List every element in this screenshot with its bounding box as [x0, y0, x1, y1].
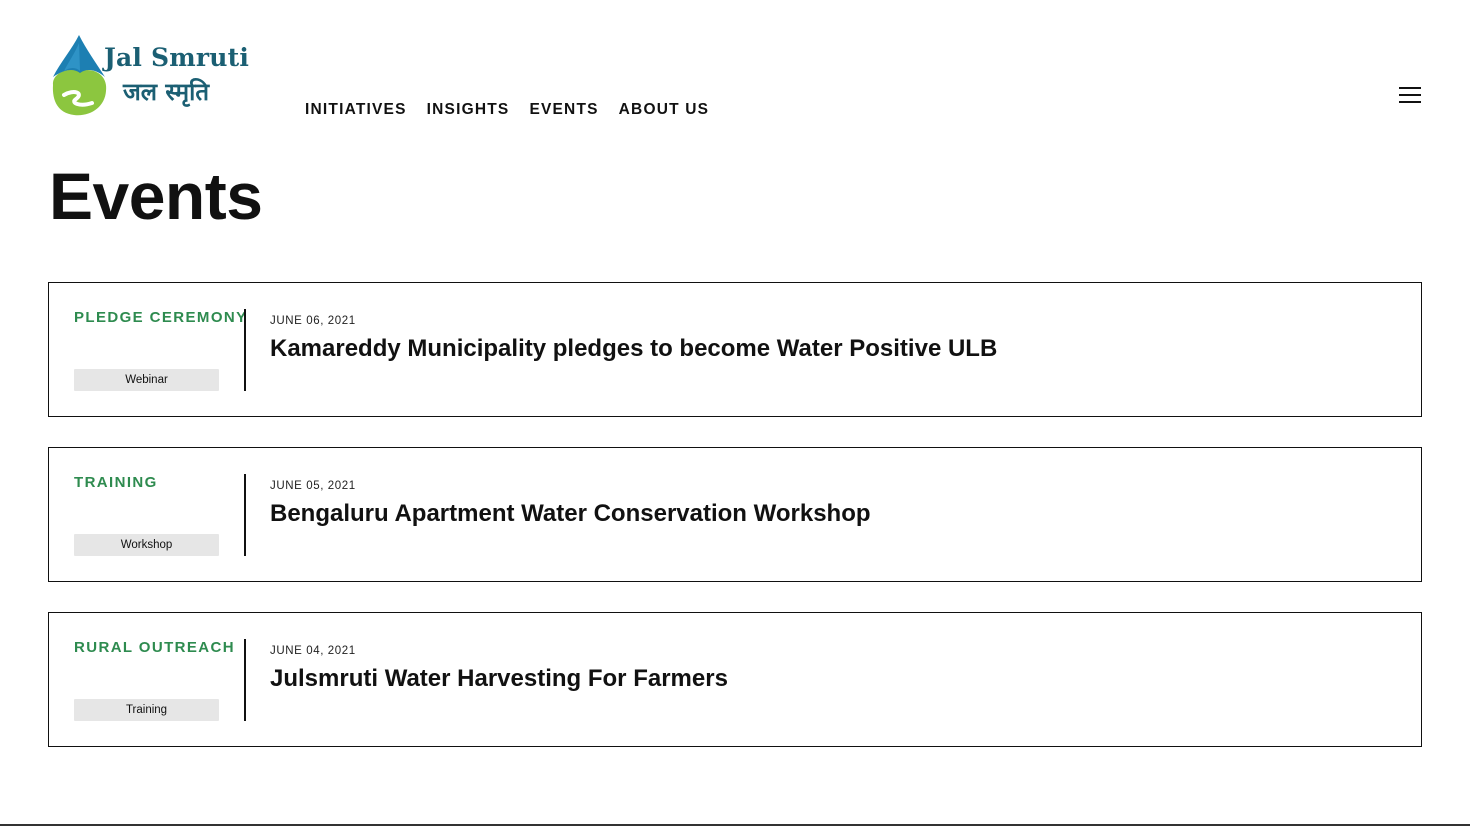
event-category: PLEDGE CEREMONY [74, 309, 248, 326]
event-date: JUNE 06, 2021 [270, 315, 356, 327]
events-list: PLEDGE CEREMONY Webinar JUNE 06, 2021 Ka… [48, 282, 1422, 777]
event-title[interactable]: Kamareddy Municipality pledges to become… [270, 335, 997, 363]
event-title[interactable]: Bengaluru Apartment Water Conservation W… [270, 500, 871, 528]
page-title: Events [49, 159, 263, 233]
event-card[interactable]: RURAL OUTREACH Training JUNE 04, 2021 Ju… [48, 612, 1422, 747]
logo-text-hindi: जल स्मृति [123, 78, 210, 106]
event-date: JUNE 05, 2021 [270, 480, 356, 492]
event-type-tag: Training [74, 699, 219, 721]
hamburger-icon[interactable] [1399, 85, 1422, 105]
hamburger-line [1399, 101, 1421, 103]
hamburger-line [1399, 87, 1421, 89]
event-category: TRAINING [74, 474, 158, 491]
event-type-tag: Webinar [74, 369, 219, 391]
site-logo[interactable]: Jal Smruti जल स्मृति [50, 33, 250, 119]
nav-item-about-us[interactable]: ABOUT US [619, 101, 710, 119]
event-card[interactable]: TRAINING Workshop JUNE 05, 2021 Bengalur… [48, 447, 1422, 582]
event-type-tag: Workshop [74, 534, 219, 556]
event-divider [244, 474, 246, 556]
event-category: RURAL OUTREACH [74, 639, 235, 656]
event-card[interactable]: PLEDGE CEREMONY Webinar JUNE 06, 2021 Ka… [48, 282, 1422, 417]
logo-text-english: Jal Smruti [104, 43, 250, 72]
event-divider [244, 639, 246, 721]
nav-item-initiatives[interactable]: INITIATIVES [305, 101, 407, 119]
page: Jal Smruti जल स्मृति INITIATIVES INSIGHT… [0, 0, 1470, 826]
nav-item-insights[interactable]: INSIGHTS [427, 101, 510, 119]
main-nav: INITIATIVES INSIGHTS EVENTS ABOUT US [305, 101, 709, 119]
event-title[interactable]: Julsmruti Water Harvesting For Farmers [270, 665, 728, 693]
water-drop-logo-icon [52, 35, 107, 116]
event-divider [244, 309, 246, 391]
nav-item-events[interactable]: EVENTS [529, 101, 598, 119]
event-date: JUNE 04, 2021 [270, 645, 356, 657]
hamburger-line [1399, 94, 1421, 96]
